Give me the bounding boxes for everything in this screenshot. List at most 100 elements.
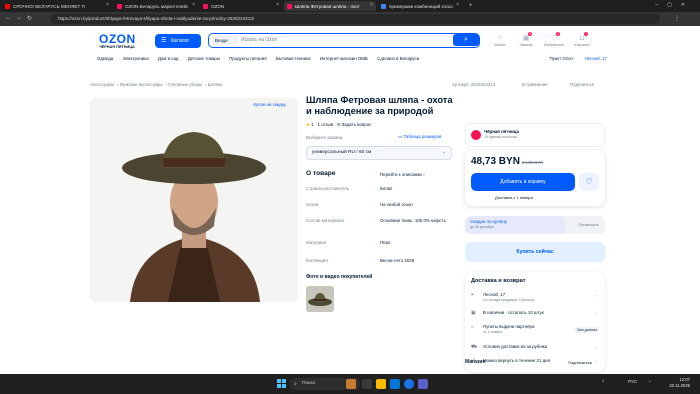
search-icon: ⌕ bbox=[294, 381, 297, 387]
share-link[interactable]: Поделиться bbox=[570, 82, 594, 87]
browser-tab[interactable]: OZON × bbox=[200, 1, 282, 11]
category-link[interactable]: Сделано в Беларуси bbox=[377, 56, 419, 61]
product-title: Шляпа Фетровая шляпа - охота и наблюдени… bbox=[306, 94, 453, 116]
pickup-point[interactable]: Пункт Ozon · Лесной, 17 bbox=[549, 56, 607, 61]
about-heading: О товаре bbox=[306, 170, 336, 177]
reload-icon[interactable]: ↻ bbox=[27, 15, 32, 22]
orders-button[interactable]: ▣ 5 Заказы bbox=[514, 32, 538, 47]
current-price: 48,73 BYN bbox=[471, 156, 520, 167]
forward-icon[interactable]: → bbox=[16, 15, 22, 21]
breadcrumb: Аксессуары › Мужские аксессуары › Головные… bbox=[90, 82, 223, 87]
size-table-link[interactable]: ▭ Таблица размеров bbox=[398, 134, 441, 140]
breadcrumb-item[interactable]: Шляпы bbox=[208, 82, 223, 87]
pin-icon: ⌖ bbox=[471, 292, 474, 298]
black-friday-icon bbox=[471, 130, 481, 140]
browser-tab[interactable]: СРОЧНО! БЕЛАРУСЬ МЕНЯЕТ П × bbox=[2, 1, 112, 11]
star-icon: ★ bbox=[306, 122, 310, 127]
browser-tab-bar: СРОЧНО! БЕЛАРУСЬ МЕНЯЕТ П × OZON Беларусь… bbox=[0, 0, 700, 12]
add-to-cart-button[interactable]: Добавить в корзину bbox=[471, 173, 575, 191]
favorites-button[interactable]: ♡ 2 Избранное bbox=[542, 32, 566, 47]
description-link[interactable]: Перейти к описанию › bbox=[380, 172, 425, 177]
browser-tab-active[interactable]: Шляпа Фетровая шляпа - охот × bbox=[284, 1, 376, 11]
search-button[interactable]: ⌕ bbox=[453, 34, 479, 46]
ask-question-link[interactable]: Задать вопрос bbox=[342, 122, 372, 127]
clock[interactable]: 12:07 22.11.2025 bbox=[669, 377, 690, 389]
category-link[interactable]: Детские товары bbox=[188, 56, 220, 61]
seller-name: Чёрная пятница bbox=[484, 129, 519, 134]
widget-icon[interactable] bbox=[346, 379, 356, 389]
category-link[interactable]: Электроника bbox=[122, 56, 148, 61]
heart-icon: ♡ bbox=[585, 177, 593, 186]
shops-heading: Магазин bbox=[465, 359, 486, 365]
chevron-down-icon: ⌄ bbox=[441, 150, 446, 155]
chrome-icon[interactable] bbox=[404, 379, 414, 389]
search-icon: ⌕ bbox=[464, 36, 468, 43]
box-icon: ▣ bbox=[522, 35, 530, 42]
category-link[interactable]: Интернет-магазин ОМБ bbox=[320, 56, 368, 61]
address-bar: ← → ↻ https://ozon.by/product/shlyapa-fe… bbox=[0, 12, 700, 26]
breadcrumb-item[interactable]: Аксессуары bbox=[90, 82, 114, 87]
close-tab-icon[interactable]: × bbox=[276, 2, 279, 8]
category-link[interactable]: Бытовая техника bbox=[276, 56, 311, 61]
truck-icon: ⛟ bbox=[471, 344, 478, 350]
heart-icon: ♡ bbox=[550, 35, 558, 42]
delivery-card: Доставка и возврат ⌖ Лесной, 17 Со склада … bbox=[465, 272, 605, 372]
login-button[interactable]: ☺ Войти bbox=[488, 34, 512, 47]
browser-tab[interactable]: OZON Беларусь маркетплейс × bbox=[114, 1, 198, 11]
menu-icon: ☰ bbox=[161, 38, 167, 44]
size-label: Выберите размер bbox=[306, 135, 343, 140]
subscribe-button[interactable]: Подписаться bbox=[568, 360, 592, 365]
back-icon[interactable]: ← bbox=[5, 15, 11, 21]
url-field[interactable]: https://ozon.by/product/shlyapa-fetrovay… bbox=[50, 14, 660, 24]
close-tab-icon[interactable]: × bbox=[192, 2, 195, 8]
ozon-logo[interactable]: OZON ЧЁРНАЯ ПЯТНИЦА bbox=[99, 32, 136, 49]
size-select[interactable]: универсальный RU / 60 см ⌄ bbox=[306, 146, 452, 160]
category-link[interactable]: Одежда bbox=[97, 56, 113, 61]
favorite-button[interactable]: ♡ bbox=[579, 173, 599, 191]
seller-card[interactable]: Чёрная пятница 10 единиц осталось bbox=[465, 123, 605, 147]
compare-link[interactable]: В сравнение bbox=[522, 82, 548, 87]
chat-icon: ✉ bbox=[336, 122, 341, 127]
keyboard-language[interactable]: РУС bbox=[628, 379, 637, 384]
search-input[interactable] bbox=[241, 34, 451, 46]
close-tab-icon[interactable]: × bbox=[456, 2, 459, 8]
catalog-button[interactable]: ☰ Каталог bbox=[155, 34, 201, 48]
category-link[interactable]: Дом и сад bbox=[158, 56, 179, 61]
new-tab-button[interactable]: + bbox=[466, 1, 476, 11]
menu-icon[interactable]: ⋮ bbox=[674, 15, 680, 22]
close-tab-icon[interactable]: × bbox=[370, 2, 373, 8]
article-number[interactable]: Артикул: 2525224313 bbox=[452, 82, 495, 87]
buy-now-button[interactable]: Купить сейчас bbox=[465, 242, 605, 262]
search-scope-select[interactable]: Везде bbox=[212, 36, 238, 45]
store-icon: ⌂ bbox=[471, 324, 475, 330]
coupon-info[interactable]: Скидка по купону до 30 декабря bbox=[465, 216, 565, 234]
coupon-link[interactable]: Купон на скидку bbox=[253, 102, 286, 107]
windows-start-icon[interactable] bbox=[277, 379, 286, 388]
seller-sub: 10 единиц осталось bbox=[484, 135, 518, 139]
breadcrumb-item[interactable]: Головные уборы bbox=[168, 82, 202, 87]
rating: ★ 1 · 1 отзыв ✉ Задать вопрос bbox=[306, 122, 371, 128]
cart-button[interactable]: ⊔ 1 Корзина bbox=[570, 32, 594, 47]
google-icon bbox=[381, 3, 386, 9]
old-price: 54,00 BYN bbox=[522, 160, 544, 165]
breadcrumb-item[interactable]: Мужские аксессуары bbox=[120, 82, 163, 87]
hat-model-image bbox=[90, 98, 298, 302]
close-tab-icon[interactable]: × bbox=[106, 2, 109, 8]
tray-chevron-icon[interactable]: ^ bbox=[602, 379, 604, 384]
browser-tab[interactable]: примерами комбинаций класс × bbox=[378, 1, 462, 11]
coupon-box: Скидка по купону до 30 декабря Применить bbox=[465, 216, 605, 234]
product-photo[interactable]: Купон на скидку bbox=[90, 98, 298, 302]
reviews-link[interactable]: 1 · 1 отзыв bbox=[311, 122, 333, 127]
window-controls[interactable]: –▢✕ bbox=[655, 2, 694, 8]
store-app-icon[interactable] bbox=[418, 379, 428, 389]
file-explorer-icon[interactable] bbox=[376, 379, 386, 389]
network-icon[interactable]: ◔ bbox=[648, 379, 651, 384]
category-link[interactable]: Продукты питания bbox=[229, 56, 267, 61]
customer-photos-heading: Фото и видео покупателей bbox=[306, 274, 373, 280]
task-view-icon[interactable] bbox=[362, 379, 372, 389]
edge-icon[interactable] bbox=[390, 379, 400, 389]
apply-coupon-button[interactable]: Применить bbox=[578, 222, 599, 227]
customer-photo-thumb[interactable] bbox=[306, 286, 334, 312]
chevron-right-icon: › bbox=[595, 345, 597, 351]
free-tag: Без доплат bbox=[575, 327, 599, 333]
